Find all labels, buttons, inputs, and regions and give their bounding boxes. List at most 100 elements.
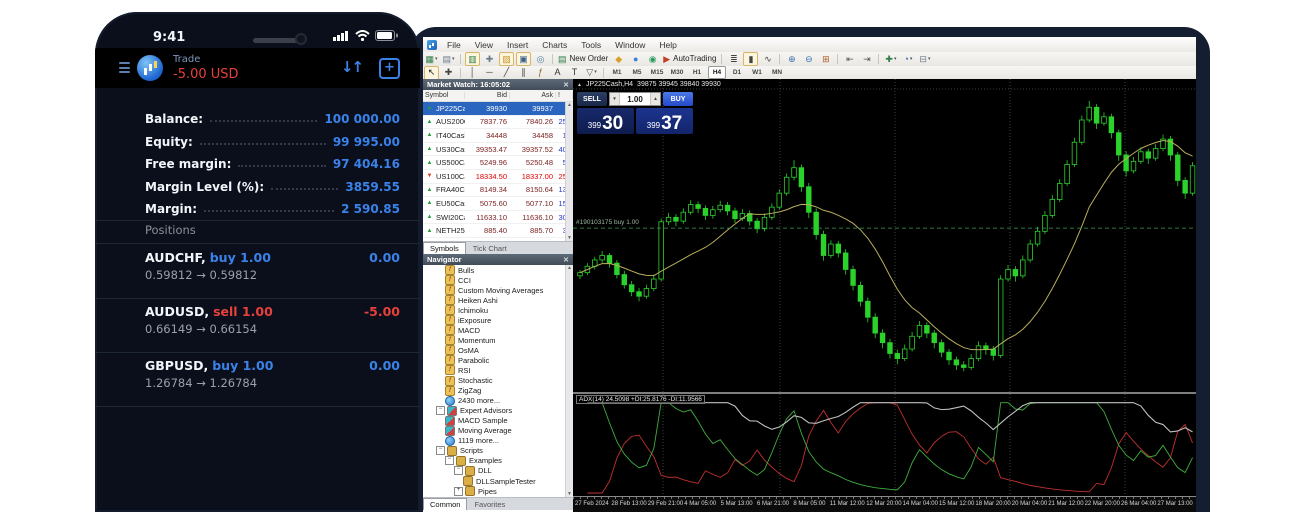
timeframe-m1[interactable]: M1 [608,66,626,79]
timeframe-m30[interactable]: M30 [668,66,686,79]
metaquotes-icon[interactable]: ◆ [611,52,626,66]
market-watch-row[interactable]: ▲AUS200C...7837.767840.26250 [423,116,573,130]
tree-expander-icon[interactable]: − [436,446,445,455]
timeframe-m5[interactable]: M5 [628,66,646,79]
market-watch-row[interactable]: ▲JP225Cash39930399377 [423,102,573,116]
navigator-item-1119-more-[interactable]: 1119 more... [423,436,573,446]
navigator-item-rsi[interactable]: fRSI [423,365,573,375]
buy-button[interactable]: BUY [663,92,693,106]
candle-chart-mode-icon[interactable]: ▮ [743,52,758,66]
navigator-item-momentum[interactable]: fMomentum [423,335,573,345]
column-header-symbol[interactable]: Symbol [423,92,465,99]
menu-window[interactable]: Window [608,40,652,50]
navigator-item-parabolic[interactable]: fParabolic [423,355,573,365]
navigator-scrollbar[interactable]: ▲▼ [565,265,573,497]
timeframe-m15[interactable]: M15 [648,66,666,79]
auto-scroll-icon[interactable]: ⇤ [842,52,857,66]
market-watch-row[interactable]: ▲US30Cash39353.4739357.52405 [423,143,573,157]
navigator-item-examples[interactable]: −Examples [423,456,573,466]
add-indicator-icon[interactable]: ✚▾ [883,52,898,66]
market-watch-scrollbar[interactable]: ▲▼ [565,102,573,241]
market-watch-icon[interactable]: ▥ [465,52,480,66]
line-chart-mode-icon[interactable]: ∿ [760,52,775,66]
tree-expander-icon[interactable]: − [436,406,445,415]
volume-value[interactable]: 1.00 [620,95,650,104]
menu-help[interactable]: Help [652,40,683,50]
autotrading-button[interactable]: ▶AutoTrading [662,52,717,66]
chart-shift-icon[interactable]: ⇥ [859,52,874,66]
time-axis[interactable]: 27 Feb 202428 Feb 13:0029 Feb 21:004 Mar… [573,497,1196,512]
volume-up-icon[interactable]: ▴ [650,93,660,105]
timeframe-d1[interactable]: D1 [728,66,746,79]
collapse-arrow-icon[interactable]: ▲ [577,82,582,88]
close-icon[interactable]: ✕ [563,81,569,89]
column-header-ask[interactable]: Ask [510,92,556,99]
market-watch-row[interactable]: ▲EU50Cash5075.605077.10150 [423,197,573,211]
navigator-item-custom-moving-averages[interactable]: fCustom Moving Averages [423,285,573,295]
navigator-tab-common[interactable]: Common [423,498,467,510]
navigator-item-macd-sample[interactable]: MACD Sample [423,416,573,426]
crosshair-tool-icon[interactable]: ✚ [441,66,456,80]
menu-tools[interactable]: Tools [574,40,608,50]
menu-insert[interactable]: Insert [500,40,535,50]
menu-file[interactable]: File [440,40,468,50]
column-header-bid[interactable]: Bid [465,92,510,99]
periods-icon[interactable]: ◔▾ [900,52,915,66]
market-watch-row[interactable]: ▲US500Cash5249.965250.4852 [423,156,573,170]
market-watch-tab-tick-chart[interactable]: Tick Chart [466,242,514,254]
vline-tool-icon[interactable]: │ [465,66,480,80]
menu-charts[interactable]: Charts [535,40,574,50]
navigator-item-bulls[interactable]: fBulls [423,265,573,275]
timeframe-mn[interactable]: MN [768,66,786,79]
market-watch-tab-symbols[interactable]: Symbols [423,242,466,254]
market-watch-row[interactable]: ▲NETH25C...885.40885.7030 [423,224,573,238]
toolbox-icon[interactable]: ▣ [516,52,531,66]
trendline-tool-icon[interactable]: ╱ [499,66,514,80]
navigator-item-zigzag[interactable]: fZigZag [423,386,573,396]
navigator-item-iexposure[interactable]: fiExposure [423,315,573,325]
menu-view[interactable]: View [468,40,500,50]
tree-expander-icon[interactable]: − [454,466,463,475]
navigator-item-stochastic[interactable]: fStochastic [423,376,573,386]
market-watch-row[interactable]: ▼US100Cash18334.5018337.00250 [423,170,573,184]
volume-down-icon[interactable]: ▾ [610,93,620,105]
tile-windows-icon[interactable]: ⊞ [818,52,833,66]
timeframe-h4[interactable]: H4 [708,66,726,79]
templates-icon[interactable]: ⊟▾ [917,52,932,66]
zoom-out-icon[interactable]: ⊖ [801,52,816,66]
timeframe-h1[interactable]: H1 [688,66,706,79]
position-row-gbpusd[interactable]: GBPUSD,buy 1.000.001.26784 → 1.26784 [95,353,420,407]
sort-deals-icon[interactable]: ↓↑ [341,58,362,76]
buy-price-box[interactable]: 399 37 [636,108,693,134]
column-header-spread[interactable]: ! [556,92,573,99]
cursor-tool-icon[interactable]: ↖ [424,66,439,80]
navigator-item-pipes[interactable]: +Pipes [423,486,573,496]
navigator-tab-favorites[interactable]: Favorites [467,498,512,510]
navigator-titlebar[interactable]: Navigator ✕ [423,254,573,265]
navigator-item-macd[interactable]: fMACD [423,325,573,335]
market-watch-header[interactable]: SymbolBidAsk! [423,90,573,102]
market-watch-row[interactable]: ▲HK50Cash168271684013 [423,238,573,241]
navigator-item-osma[interactable]: fOsMA [423,345,573,355]
menu-icon[interactable] [119,62,130,73]
web-icon[interactable]: ◉ [645,52,660,66]
navigator-icon[interactable]: ▨ [499,52,514,66]
navigator-item-expert-advisors[interactable]: −Expert Advisors [423,406,573,416]
zoom-in-icon[interactable]: ⊕ [784,52,799,66]
sell-price-box[interactable]: 399 30 [577,108,634,134]
profiles-icon[interactable]: ▤▾ [441,52,456,66]
new-order-button[interactable]: ▤New Order [557,52,609,66]
navigator-item-moving-average[interactable]: Moving Average [423,426,573,436]
navigator-item-heiken-ashi[interactable]: fHeiken Ashi [423,295,573,305]
fibo-tool-icon[interactable]: ƒ [533,66,548,80]
new-order-icon[interactable]: + [379,58,400,79]
navigator-item-dll[interactable]: −DLL [423,466,573,476]
adx-indicator-pane[interactable] [573,394,1196,496]
market-watch-row[interactable]: ▲SWI20Cash11633.1011636.10300 [423,211,573,225]
sell-button[interactable]: SELL [577,92,607,106]
position-row-audusd[interactable]: AUDUSD,sell 1.00-5.000.66149 → 0.66154 [95,299,420,353]
navigator-item-cci[interactable]: fCCI [423,275,573,285]
community-icon[interactable]: ● [628,52,643,66]
text-tool-icon[interactable]: A [550,66,565,80]
hline-tool-icon[interactable]: ─ [482,66,497,80]
